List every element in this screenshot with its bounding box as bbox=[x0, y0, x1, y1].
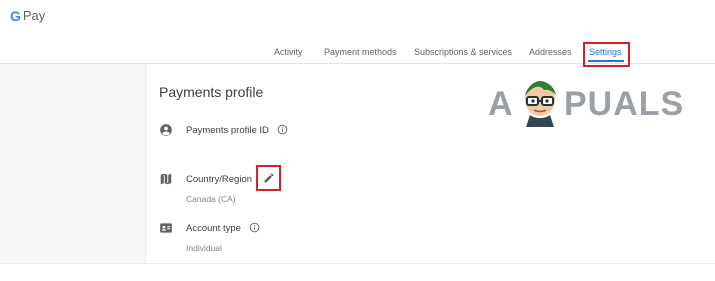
watermark-letter-a: A bbox=[488, 85, 513, 123]
left-panel bbox=[0, 64, 145, 264]
top-bar: G Pay Activity Payment methods Subscript… bbox=[0, 0, 715, 67]
pencil-icon bbox=[264, 173, 273, 183]
account-type-label: Account type bbox=[186, 223, 241, 234]
contact-card-icon bbox=[160, 223, 172, 233]
tab-activity[interactable]: Activity bbox=[274, 47, 303, 57]
info-icon[interactable] bbox=[277, 124, 288, 135]
page-title: Payments profile bbox=[159, 84, 264, 100]
country-region-value: Canada (CA) bbox=[186, 194, 236, 204]
mascot-icon bbox=[525, 81, 556, 127]
tab-subscriptions-services[interactable]: Subscriptions & services bbox=[414, 47, 512, 57]
account-type-value: Individual bbox=[186, 243, 222, 253]
watermark-text: PUALS bbox=[564, 85, 685, 123]
tab-addresses[interactable]: Addresses bbox=[529, 47, 572, 57]
settings-highlight-box bbox=[583, 42, 630, 67]
appuals-watermark: A PUALS bbox=[488, 78, 683, 130]
bottom-divider bbox=[0, 263, 715, 264]
country-region-label: Country/Region bbox=[186, 174, 253, 185]
logo-text: Pay bbox=[22, 8, 46, 23]
google-g-logo: G bbox=[10, 8, 21, 24]
content-divider bbox=[145, 64, 146, 264]
tab-payment-methods[interactable]: Payment methods bbox=[324, 47, 397, 57]
edit-country-button[interactable] bbox=[256, 165, 281, 191]
payments-profile-id-label: Payments profile ID bbox=[186, 125, 269, 136]
account-circle-icon bbox=[160, 124, 172, 136]
info-icon[interactable] bbox=[249, 222, 260, 233]
gpay-logo[interactable]: G Pay bbox=[10, 8, 45, 24]
map-icon bbox=[160, 173, 172, 185]
